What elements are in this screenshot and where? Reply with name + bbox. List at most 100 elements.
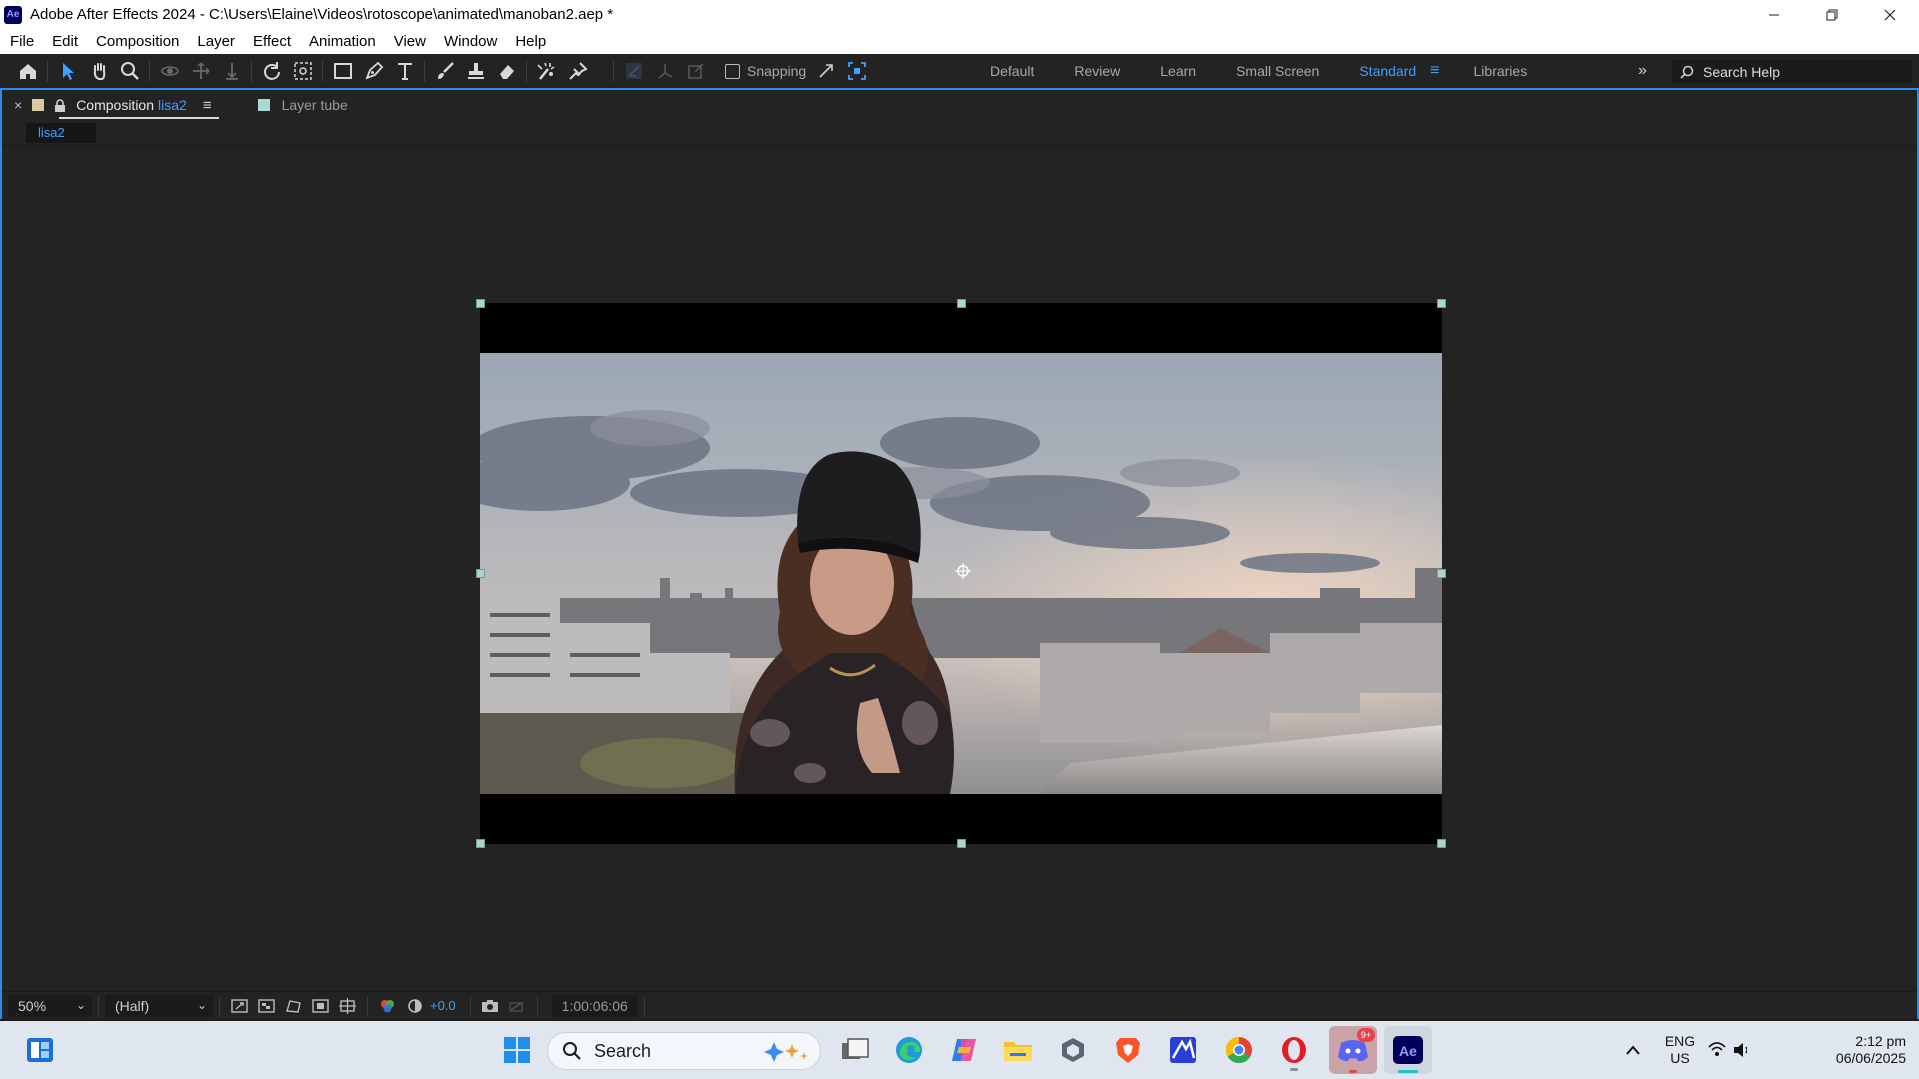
snapping-checkbox[interactable] xyxy=(725,63,740,79)
pan-camera-tool[interactable] xyxy=(185,54,216,88)
widgets-button[interactable] xyxy=(20,1030,60,1070)
snap-features-button[interactable] xyxy=(841,54,872,88)
task-view-button[interactable] xyxy=(835,1030,875,1070)
minimize-button[interactable] xyxy=(1745,0,1803,29)
transform-handle[interactable] xyxy=(1437,839,1446,848)
world-axis-mode[interactable] xyxy=(649,54,680,88)
breadcrumb-comp[interactable]: lisa2 xyxy=(26,123,96,143)
view-axis-mode[interactable] xyxy=(680,54,711,88)
rectangle-tool[interactable] xyxy=(327,54,358,88)
anchor-point-tool[interactable] xyxy=(287,54,318,88)
system-clock[interactable]: 2:12 pm 06/06/2025 xyxy=(1810,1033,1906,1067)
eraser-tool[interactable] xyxy=(491,54,522,88)
controls-divider xyxy=(643,995,645,1016)
after-effects-taskbar-button[interactable]: Ae xyxy=(1384,1026,1432,1074)
chrome-browser-button[interactable] xyxy=(1219,1030,1259,1070)
menu-window[interactable]: Window xyxy=(444,33,497,50)
workspace-menu-icon[interactable]: ≡ xyxy=(1430,62,1439,80)
take-snapshot-button[interactable] xyxy=(477,995,504,1017)
close-button[interactable] xyxy=(1861,0,1919,29)
pen-tool[interactable] xyxy=(358,54,389,88)
brave-browser-button[interactable] xyxy=(1108,1030,1148,1070)
home-button[interactable] xyxy=(12,54,43,88)
composition-viewer[interactable] xyxy=(2,146,1917,979)
opera-browser-button[interactable] xyxy=(1274,1030,1314,1071)
resolution-dropdown[interactable]: (Half) ⌄ xyxy=(105,994,213,1017)
layer-tab[interactable]: Layer tube xyxy=(257,97,348,113)
current-time-display[interactable]: 1:00:06:06 xyxy=(551,994,638,1017)
dolly-camera-tool[interactable] xyxy=(216,54,247,88)
show-snapshot-button[interactable] xyxy=(504,995,531,1017)
transform-handle[interactable] xyxy=(957,839,966,848)
lock-icon[interactable] xyxy=(54,98,66,112)
unity-hub-button[interactable] xyxy=(1053,1030,1093,1070)
zoom-tool[interactable] xyxy=(114,54,145,88)
composition-frame[interactable] xyxy=(476,299,1446,848)
clone-stamp-tool[interactable] xyxy=(460,54,491,88)
menu-layer[interactable]: Layer xyxy=(197,33,235,50)
taskbar-search-box[interactable]: Search xyxy=(547,1032,821,1070)
transform-handle[interactable] xyxy=(476,839,485,848)
composition-tab-label[interactable]: Composition xyxy=(76,97,154,113)
restore-button[interactable] xyxy=(1803,0,1861,29)
grid-guides-button[interactable] xyxy=(334,995,361,1017)
anchor-point-icon[interactable] xyxy=(955,563,971,579)
transform-handle[interactable] xyxy=(476,299,485,308)
fast-previews-button[interactable] xyxy=(226,995,253,1017)
copilot-sparkle-icon xyxy=(764,1042,808,1062)
search-help-field[interactable]: Search Help xyxy=(1672,60,1912,83)
composition-tab-name[interactable]: lisa2 xyxy=(158,97,187,113)
reset-exposure-button[interactable] xyxy=(401,995,428,1017)
workspace-review[interactable]: Review xyxy=(1074,63,1120,79)
roto-brush-tool[interactable] xyxy=(531,54,562,88)
layer-tab-label[interactable]: Layer tube xyxy=(282,97,348,113)
local-axis-mode[interactable] xyxy=(618,54,649,88)
workspace-default[interactable]: Default xyxy=(990,63,1034,79)
selection-tool[interactable] xyxy=(52,54,83,88)
exposure-value[interactable]: +0.0 xyxy=(430,998,456,1013)
discord-button[interactable]: 9+ xyxy=(1329,1026,1377,1074)
channel-button[interactable] xyxy=(374,995,401,1017)
panel-menu-icon[interactable]: ≡ xyxy=(203,97,212,114)
region-of-interest-button[interactable] xyxy=(307,995,334,1017)
edge-browser-button[interactable] xyxy=(889,1030,929,1070)
start-button[interactable] xyxy=(497,1030,537,1070)
snapping-toggle[interactable]: Snapping xyxy=(725,63,806,79)
workspace-small-screen[interactable]: Small Screen xyxy=(1236,63,1319,79)
type-tool[interactable] xyxy=(389,54,420,88)
quick-settings-button[interactable] xyxy=(1707,1030,1747,1070)
menu-view[interactable]: View xyxy=(394,33,426,50)
menu-animation[interactable]: Animation xyxy=(309,33,376,50)
more-workspaces-chevron-icon[interactable]: » xyxy=(1638,54,1647,88)
file-explorer-button[interactable] xyxy=(998,1030,1038,1070)
hand-tool[interactable] xyxy=(83,54,114,88)
active-indicator xyxy=(1398,1070,1418,1073)
menu-help[interactable]: Help xyxy=(515,33,546,50)
puppet-pin-tool[interactable] xyxy=(562,54,593,88)
transform-handle[interactable] xyxy=(476,569,485,578)
workspace-standard[interactable]: Standard xyxy=(1359,63,1416,79)
magnification-dropdown[interactable]: 50% ⌄ xyxy=(8,994,92,1017)
affinity-app-button[interactable] xyxy=(1163,1030,1203,1070)
rotation-tool[interactable] xyxy=(256,54,287,88)
workspace-learn[interactable]: Learn xyxy=(1160,63,1196,79)
input-language-indicator[interactable]: ENG US xyxy=(1656,1033,1704,1067)
menu-file[interactable]: File xyxy=(10,33,34,50)
brush-tool[interactable] xyxy=(429,54,460,88)
copilot-button[interactable] xyxy=(944,1030,984,1070)
snap-options-button[interactable] xyxy=(810,54,841,88)
menu-composition[interactable]: Composition xyxy=(96,33,179,50)
menu-effect[interactable]: Effect xyxy=(253,33,291,50)
close-tab-icon[interactable]: × xyxy=(14,97,22,113)
transparency-grid-button[interactable] xyxy=(253,995,280,1017)
close-icon xyxy=(1884,9,1896,20)
mask-visibility-button[interactable] xyxy=(280,995,307,1017)
transform-handle[interactable] xyxy=(957,299,966,308)
transform-handle[interactable] xyxy=(1437,569,1446,578)
menu-edit[interactable]: Edit xyxy=(52,33,78,50)
show-hidden-icons-button[interactable] xyxy=(1613,1030,1653,1070)
orbit-camera-tool[interactable] xyxy=(154,54,185,88)
transform-handle[interactable] xyxy=(1437,299,1446,308)
rectangle-icon xyxy=(333,63,352,79)
workspace-libraries[interactable]: Libraries xyxy=(1474,63,1528,79)
